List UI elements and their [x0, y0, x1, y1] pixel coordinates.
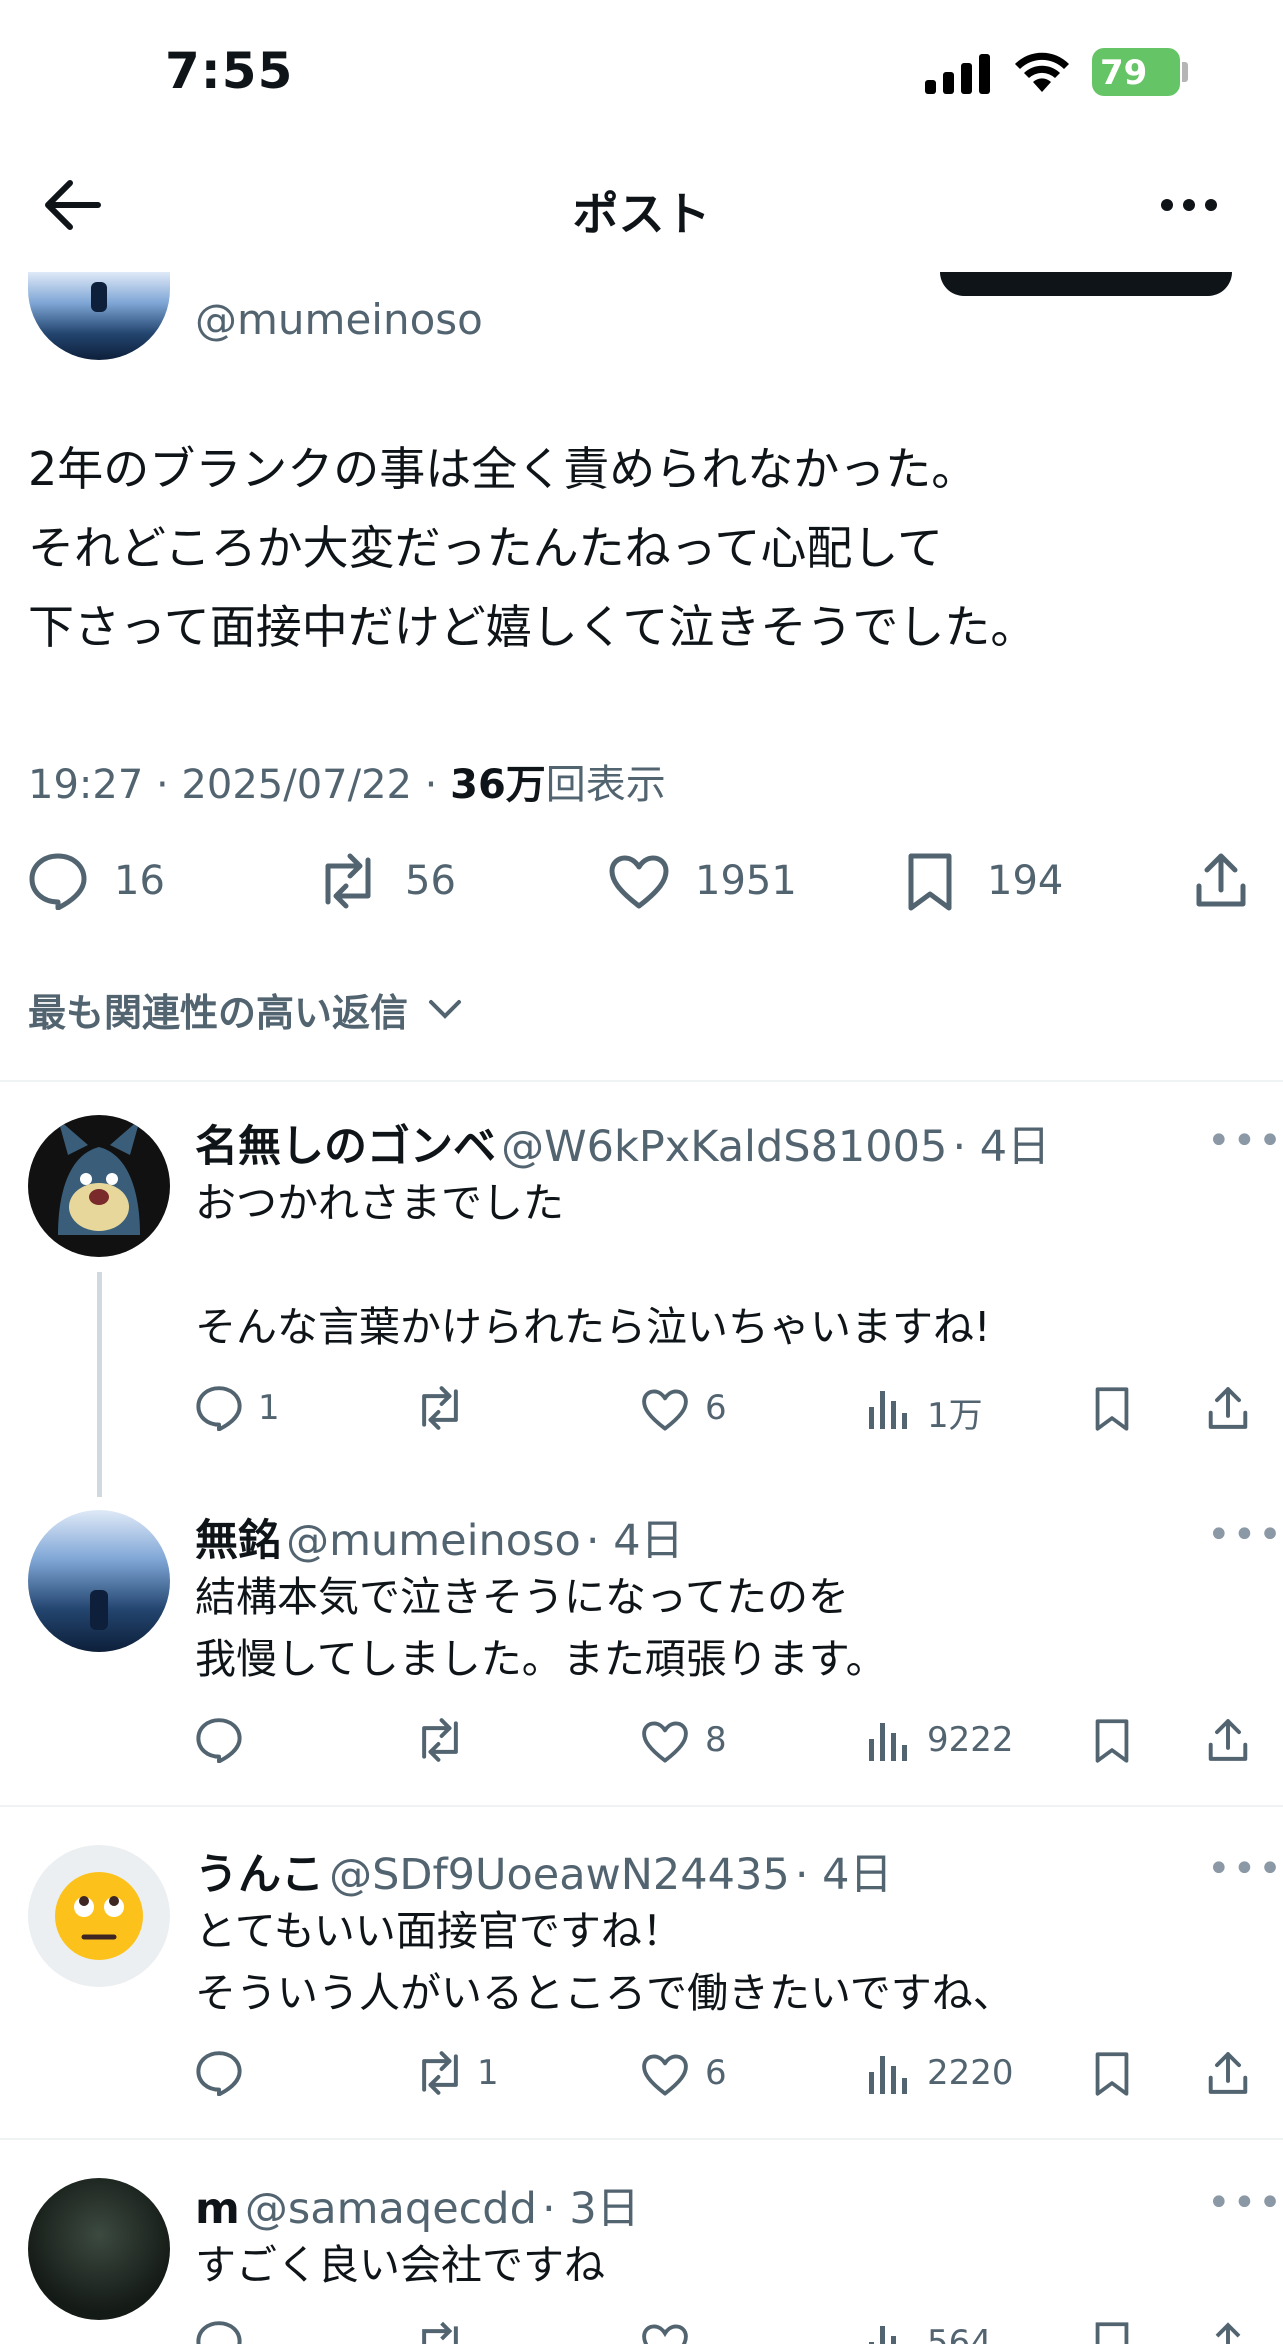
bookmark-count: 194 — [987, 858, 1064, 904]
battery-icon: 79 — [1092, 48, 1180, 96]
bookmark-icon[interactable] — [905, 852, 955, 912]
reply-repost-icon[interactable] — [413, 1385, 467, 1431]
reply-author-handle[interactable]: @W6kPxKaldS81005 — [501, 1122, 947, 1172]
post-text: 2年のブランクの事は全く責められなかった。 それどころか大変だったんたねって心配… — [28, 442, 1037, 654]
like-icon[interactable] — [608, 854, 670, 910]
reply-views-count: 2220 — [927, 2053, 1014, 2093]
reply-views-icon[interactable] — [867, 1717, 909, 1763]
reply-more-icon[interactable]: ••• — [1207, 1118, 1283, 1164]
battery-cap — [1182, 62, 1188, 82]
reply-share-icon[interactable] — [1206, 2049, 1250, 2097]
reply-reply-icon[interactable] — [195, 1385, 243, 1431]
reply-text: すごく良い会社ですね — [195, 2241, 605, 2289]
signal-icon — [925, 52, 991, 94]
reply-author-name[interactable]: うんこ — [195, 1850, 324, 1900]
reply-header: m @samaqecdd · 3日 — [195, 2174, 640, 2236]
reply-author-handle[interactable]: @SDf9UoeawN24435 — [329, 1850, 790, 1900]
reply-count: 16 — [114, 858, 165, 904]
reply-views-icon[interactable] — [867, 1385, 909, 1431]
thread-line — [97, 1272, 102, 1497]
reply-repost-icon[interactable] — [413, 2050, 467, 2096]
author-avatar[interactable] — [28, 272, 170, 360]
reply-text: とてもいい面接官ですね！ そういう人がいるところで働きたいですね、 — [195, 1907, 1014, 2017]
author-handle[interactable]: @mumeinoso — [195, 295, 483, 344]
status-time: 7:55 — [165, 42, 294, 100]
reply-text: 結構本気で泣きそうになってたのを 我慢してしました。また頑張ります。 — [195, 1573, 887, 1683]
follow-button[interactable] — [940, 272, 1232, 296]
post-timestamp: 19:27 · 2025/07/22 · — [28, 762, 451, 808]
reply-repost-icon[interactable] — [413, 2320, 467, 2344]
reply-more-icon[interactable]: ••• — [1207, 1846, 1283, 1892]
chevron-down-icon[interactable] — [428, 998, 462, 1020]
reply-time: · 4日 — [585, 1516, 684, 1566]
reply-bookmark-icon[interactable] — [1093, 1385, 1131, 1433]
reply-bookmark-icon[interactable] — [1093, 2050, 1131, 2098]
reply-like-count: 6 — [705, 2053, 727, 2093]
reply-avatar[interactable] — [28, 2178, 170, 2320]
like-count: 1951 — [695, 858, 797, 904]
reply-icon[interactable] — [28, 852, 88, 910]
reply-more-icon[interactable]: ••• — [1207, 2180, 1283, 2226]
reply-bookmark-icon[interactable] — [1093, 2320, 1131, 2344]
share-icon[interactable] — [1193, 850, 1249, 910]
reply-like-count: 8 — [705, 1720, 727, 1760]
divider — [0, 1080, 1283, 1082]
more-options-icon[interactable] — [1160, 198, 1218, 212]
reply-like-icon[interactable] — [641, 1720, 689, 1764]
reply-reply-icon[interactable] — [195, 1717, 243, 1763]
reply-author-name[interactable]: 無銘 — [195, 1516, 281, 1566]
reply-like-icon[interactable] — [641, 1388, 689, 1432]
reply-more-icon[interactable]: ••• — [1207, 1512, 1283, 1558]
reply-author-handle[interactable]: @samaqecdd — [245, 2184, 537, 2234]
reply-time: · 4日 — [952, 1122, 1051, 1172]
repost-icon[interactable] — [314, 852, 382, 910]
reply-avatar[interactable] — [28, 1510, 170, 1652]
divider — [0, 1805, 1283, 1807]
reply-share-icon[interactable] — [1206, 2320, 1250, 2344]
reply-sort-selector[interactable]: 最も関連性の高い返信 — [28, 982, 408, 1037]
reply-reply-icon[interactable] — [195, 2050, 243, 2096]
reply-avatar[interactable] — [28, 1845, 170, 1987]
reply-like-count: 6 — [705, 1388, 727, 1428]
reply-header: うんこ @SDf9UoeawN24435 · 4日 — [195, 1840, 893, 1902]
reply-like-icon[interactable] — [641, 2323, 689, 2344]
reply-share-icon[interactable] — [1206, 1716, 1250, 1764]
reply-text: おつかれさまでした そんな言葉かけられたら泣いちゃいますね! — [195, 1179, 991, 1351]
reply-time: · 4日 — [794, 1850, 893, 1900]
reply-views-icon[interactable] — [867, 2320, 909, 2344]
reply-bookmark-icon[interactable] — [1093, 1717, 1131, 1765]
reply-author-name[interactable]: m — [195, 2184, 240, 2234]
reply-views-count: 564 — [927, 2323, 992, 2344]
reply-reply-count: 1 — [258, 1388, 280, 1428]
wifi-icon — [1012, 48, 1072, 94]
reply-like-icon[interactable] — [641, 2053, 689, 2097]
reply-repost-icon[interactable] — [413, 1717, 467, 1763]
reply-avatar[interactable] — [28, 1115, 170, 1257]
reply-author-handle[interactable]: @mumeinoso — [286, 1516, 581, 1566]
reply-views-count: 9222 — [927, 1720, 1014, 1760]
page-title: ポスト — [572, 187, 711, 241]
reply-reply-icon[interactable] — [195, 2320, 243, 2344]
reply-author-name[interactable]: 名無しのゴンベ — [195, 1122, 496, 1172]
divider — [0, 2138, 1283, 2140]
reply-header: 名無しのゴンベ @W6kPxKaldS81005 · 4日 — [195, 1112, 1050, 1174]
view-count: 36万 — [450, 762, 546, 808]
reply-views-count: 1万 — [927, 1396, 983, 1436]
reply-actions-partial: 564 — [0, 2320, 1283, 2344]
battery-level: 79 — [1100, 53, 1148, 93]
reply-header: 無銘 @mumeinoso · 4日 — [195, 1506, 684, 1568]
reply-time: · 3日 — [541, 2184, 640, 2234]
view-label: 回表示 — [545, 762, 666, 808]
reply-sort-label: 最も関連性の高い返信 — [28, 991, 409, 1035]
reply-repost-count: 1 — [477, 2053, 499, 2093]
reply-share-icon[interactable] — [1206, 1384, 1250, 1432]
repost-count: 56 — [405, 858, 456, 904]
reply-views-icon[interactable] — [867, 2050, 909, 2096]
post-meta: 19:27 · 2025/07/22 · 36万回表示 — [28, 752, 666, 810]
